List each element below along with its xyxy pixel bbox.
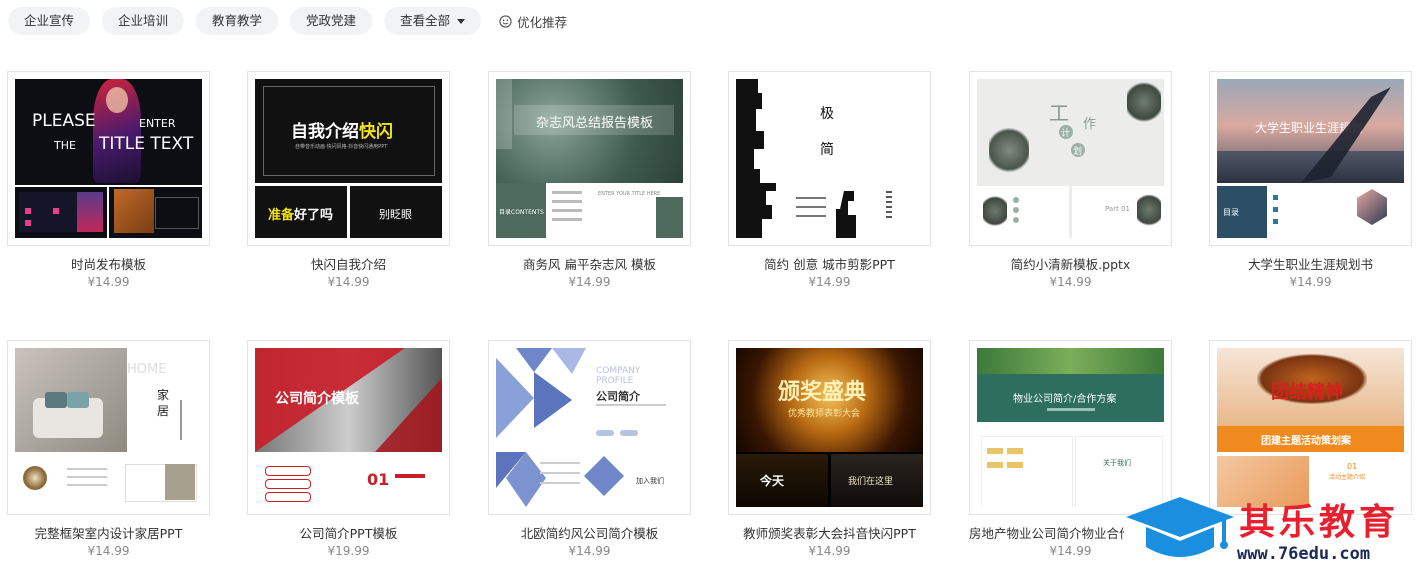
template-price: ¥19.99 bbox=[327, 544, 370, 558]
thumb-text: 极 bbox=[820, 106, 834, 122]
view-all-label: 查看全部 bbox=[400, 13, 451, 28]
template-price: ¥14.99 bbox=[327, 275, 370, 289]
template-thumbnail[interactable]: 极 简 bbox=[728, 71, 931, 246]
thumb-text: TITLE TEXT bbox=[99, 134, 194, 154]
template-card[interactable]: 自我介绍快闪 自带音乐动画·快闪风格·抖音快闪通用PPT 准备好了吗 别眨眼 快… bbox=[247, 71, 450, 306]
filter-chip-party-building[interactable]: 党政党建 bbox=[290, 7, 373, 35]
thumb-text: ENTER YOUR TITLE HERE bbox=[598, 191, 661, 197]
template-card[interactable]: HOME 家 居 完整框架室内设计家居PPT ¥14.99 bbox=[7, 340, 210, 575]
template-price: ¥14.99 bbox=[87, 275, 130, 289]
smiley-icon bbox=[499, 14, 512, 28]
thumb-text: 团结精神 bbox=[1271, 382, 1343, 403]
thumb-text: HOME bbox=[127, 362, 167, 377]
template-thumbnail[interactable]: PLEASE ENTER THE TITLE TEXT bbox=[7, 71, 210, 246]
thumb-text: 自带音乐动画·快闪风格·抖音快闪通用PPT bbox=[295, 144, 388, 150]
thumb-text: 家 bbox=[157, 388, 170, 402]
thumb-text: Part 01 bbox=[1105, 205, 1130, 213]
filter-chip-enterprise-training[interactable]: 企业培训 bbox=[102, 7, 185, 35]
template-price: ¥14.99 bbox=[87, 544, 130, 558]
thumb-text: 作 bbox=[1083, 117, 1097, 132]
template-card[interactable]: 杂志风总结报告模板 目录CONTENTS ENTER YOUR TITLE HE… bbox=[488, 71, 691, 306]
template-thumbnail[interactable]: HOME 家 居 bbox=[7, 340, 210, 515]
thumb-text: 今天 bbox=[760, 474, 785, 488]
template-title[interactable]: 完整框架室内设计家居PPT bbox=[7, 523, 210, 542]
optimize-recommend-label: 优化推荐 bbox=[517, 14, 568, 30]
template-price: ¥14.99 bbox=[568, 275, 611, 289]
template-card[interactable]: 大学生职业生涯规划 目录 大学生职业生涯规划书 ¥14.99 bbox=[1209, 71, 1412, 306]
thumb-text: 准备好了吗 bbox=[268, 208, 334, 223]
brand-watermark: 其乐教育 www.76edu.com bbox=[1124, 487, 1425, 570]
thumb-text: 目录CONTENTS bbox=[499, 209, 544, 216]
thumb-text: 自我介绍快闪 bbox=[291, 122, 393, 142]
thumb-text: PLEASE bbox=[32, 111, 96, 131]
graduation-cap-icon bbox=[1126, 497, 1234, 557]
template-title[interactable]: 北欧简约风公司简介模板 bbox=[488, 523, 691, 542]
filter-chip-education[interactable]: 教育教学 bbox=[196, 7, 279, 35]
thumb-text: 别眨眼 bbox=[379, 208, 412, 221]
template-price: ¥14.99 bbox=[1289, 275, 1332, 289]
thumb-text: 简 bbox=[820, 142, 834, 158]
thumb-text: 关于我们 bbox=[1103, 459, 1131, 467]
filter-bar: 企业宣传 企业培训 教育教学 党政党建 查看全部 优化推荐 bbox=[8, 7, 567, 35]
thumb-text: 加入我们 bbox=[636, 477, 664, 485]
thumb-text: 01 bbox=[367, 470, 390, 489]
template-title[interactable]: 公司简介PPT模板 bbox=[247, 523, 450, 542]
thumb-text: PROFILE bbox=[596, 376, 634, 386]
thumb-text: THE bbox=[54, 139, 76, 152]
caret-down-icon bbox=[457, 18, 466, 24]
thumb-text: 工 bbox=[1049, 101, 1069, 125]
template-title[interactable]: 商务风 扁平杂志风 模板 bbox=[488, 254, 691, 273]
brand-url: www.76edu.com bbox=[1237, 544, 1371, 564]
thumb-text: ENTER bbox=[139, 117, 176, 130]
template-title[interactable]: 简约小清新模板.pptx bbox=[969, 254, 1172, 273]
template-thumbnail[interactable]: 工 作 计 划 Part 01 bbox=[969, 71, 1172, 246]
template-thumbnail[interactable]: 杂志风总结报告模板 目录CONTENTS ENTER YOUR TITLE HE… bbox=[488, 71, 691, 246]
template-card[interactable]: 工 作 计 划 Part 01 简约小清新模板.pptx ¥14.99 bbox=[969, 71, 1172, 306]
thumb-text: 优秀教师表彰大会 bbox=[788, 409, 861, 419]
template-price: ¥14.99 bbox=[808, 275, 851, 289]
template-card[interactable]: PLEASE ENTER THE TITLE TEXT 时尚发布模板 ¥14.9… bbox=[7, 71, 210, 306]
filter-chip-enterprise-promo[interactable]: 企业宣传 bbox=[8, 7, 91, 35]
template-price: ¥14.99 bbox=[1049, 275, 1092, 289]
template-title[interactable]: 房地产物业公司简介物业合作方案 bbox=[969, 523, 1124, 542]
thumb-text: 划 bbox=[1073, 147, 1083, 157]
template-price: ¥14.99 bbox=[808, 544, 851, 558]
thumb-text: 01 bbox=[1347, 462, 1358, 471]
template-thumbnail[interactable]: 大学生职业生涯规划 目录 bbox=[1209, 71, 1412, 246]
thumb-text: 团建主题活动策划案 bbox=[1261, 436, 1351, 447]
template-card[interactable]: 极 简 简约 创意 城市剪影PPT ¥14.99 bbox=[728, 71, 931, 306]
template-title[interactable]: 教师颁奖表彰大会抖音快闪PPT bbox=[728, 523, 931, 542]
template-card[interactable]: 颁奖盛典 优秀教师表彰大会 今天 我们在这里 教师颁奖表彰大会抖音快闪PPT ¥… bbox=[728, 340, 931, 575]
template-title[interactable]: 时尚发布模板 bbox=[7, 254, 210, 273]
template-price: ¥14.99 bbox=[568, 544, 611, 558]
thumb-text: 居 bbox=[157, 404, 170, 418]
template-thumbnail[interactable]: 公司简介模板 01 bbox=[247, 340, 450, 515]
template-thumbnail[interactable]: COMPANY PROFILE 公司简介 加入我们 bbox=[488, 340, 691, 515]
brand-name: 其乐教育 bbox=[1239, 502, 1400, 543]
template-card[interactable]: COMPANY PROFILE 公司简介 加入我们 北欧简约风公司简介模板 ¥1… bbox=[488, 340, 691, 575]
template-title[interactable]: 简约 创意 城市剪影PPT bbox=[728, 254, 931, 273]
template-card[interactable]: 公司简介模板 01 公司简介PPT模板 ¥19.99 bbox=[247, 340, 450, 575]
template-title[interactable]: 大学生职业生涯规划书 bbox=[1209, 254, 1412, 273]
thumb-text: 物业公司简介/合作方案 bbox=[1013, 394, 1117, 405]
thumb-text: COMPANY bbox=[596, 366, 641, 376]
thumb-text: 计 bbox=[1061, 129, 1071, 139]
optimize-recommend-toggle[interactable]: 优化推荐 bbox=[499, 12, 567, 31]
thumb-text: 公司简介 bbox=[596, 390, 640, 403]
thumb-text: 颁奖盛典 bbox=[778, 379, 867, 405]
thumb-text: 目录 bbox=[1223, 208, 1239, 217]
thumb-text: 公司简介模板 bbox=[275, 391, 359, 407]
thumb-text: 我们在这里 bbox=[848, 477, 894, 487]
thumb-text: 活动主题介绍 bbox=[1329, 474, 1366, 481]
view-all-dropdown[interactable]: 查看全部 bbox=[384, 7, 482, 35]
paper-plane-graphic bbox=[1301, 87, 1391, 183]
thumb-text: 杂志风总结报告模板 bbox=[536, 116, 654, 131]
template-thumbnail[interactable]: 自我介绍快闪 自带音乐动画·快闪风格·抖音快闪通用PPT 准备好了吗 别眨眼 bbox=[247, 71, 450, 246]
template-thumbnail[interactable]: 颁奖盛典 优秀教师表彰大会 今天 我们在这里 bbox=[728, 340, 931, 515]
template-title[interactable]: 快闪自我介绍 bbox=[247, 254, 450, 273]
